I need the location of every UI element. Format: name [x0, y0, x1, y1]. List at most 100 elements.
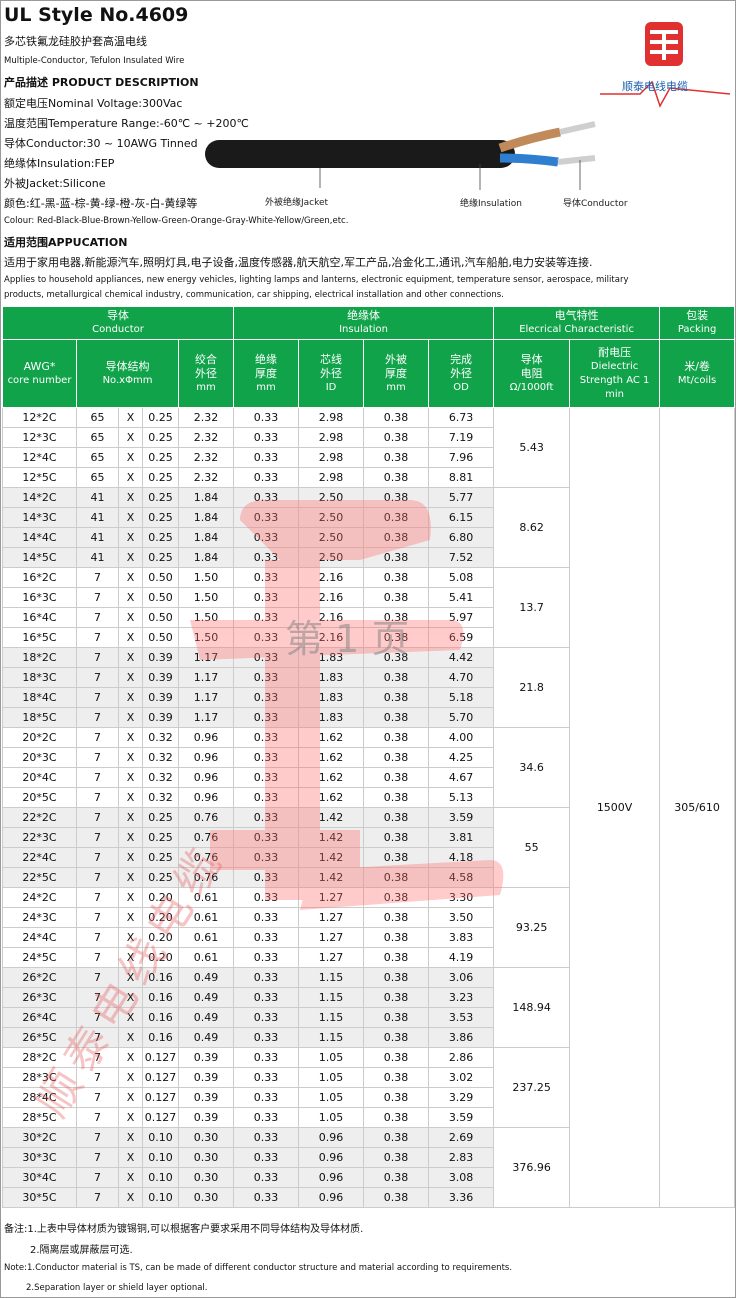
- cell-strand-diameter: 0.10: [142, 1167, 179, 1188]
- cell-ins-thickness: 0.33: [233, 547, 300, 568]
- cell-strand-diameter: 0.39: [142, 667, 179, 688]
- cell-finished-od: 4.18: [428, 847, 495, 868]
- cell-strand-count: 7: [76, 847, 119, 868]
- cell-times: X: [118, 627, 143, 648]
- cell-jacket-thickness: 0.38: [363, 427, 430, 448]
- spec-table: 导体 Conductor 绝缘体 Insulation 电气特性 Elecrical …: [1, 306, 736, 1208]
- cell-ins-thickness: 0.33: [233, 627, 300, 648]
- cell-ins-thickness: 0.33: [233, 847, 300, 868]
- cell-ins-thickness: 0.33: [233, 727, 300, 748]
- cell-awg: 22*5C: [2, 867, 77, 888]
- cell-times: X: [118, 787, 143, 808]
- cell-awg: 12*3C: [2, 427, 77, 448]
- cell-times: X: [118, 1187, 143, 1208]
- col-header-awg: AWG* core number: [2, 339, 77, 408]
- cell-twist-od: 0.61: [177, 927, 235, 948]
- cell-strand-count: 7: [76, 767, 119, 788]
- application-en-line-2: products, metallurgical chemical industr…: [4, 290, 504, 300]
- cell-resistance: 93.25: [493, 887, 571, 968]
- cell-awg: 24*2C: [2, 887, 77, 908]
- cell-strand-diameter: 0.32: [142, 787, 179, 808]
- cell-core-od: 2.98: [298, 467, 365, 488]
- cell-ins-thickness: 0.33: [233, 967, 300, 988]
- cell-twist-od: 0.76: [177, 827, 235, 848]
- cell-jacket-thickness: 0.38: [363, 447, 430, 468]
- note-cn-2: 2.隔离层或屏蔽层可选.: [30, 1245, 133, 1256]
- cell-strand-count: 41: [76, 547, 119, 568]
- group-header-electrical: 电气特性 Elecrical Characteristic: [493, 306, 661, 340]
- cell-strand-count: 7: [76, 727, 119, 748]
- cell-strand-count: 7: [76, 1067, 119, 1088]
- cell-twist-od: 0.76: [177, 867, 235, 888]
- cell-strand-count: 7: [76, 1007, 119, 1028]
- cell-finished-od: 3.02: [428, 1067, 495, 1088]
- cell-resistance: 8.62: [493, 487, 571, 568]
- cell-strand-diameter: 0.25: [142, 807, 179, 828]
- cell-twist-od: 0.39: [177, 1087, 235, 1108]
- cell-twist-od: 0.49: [177, 987, 235, 1008]
- cell-times: X: [118, 967, 143, 988]
- cell-strand-count: 7: [76, 607, 119, 628]
- cell-strand-diameter: 0.39: [142, 647, 179, 668]
- cell-jacket-thickness: 0.38: [363, 927, 430, 948]
- note-en-1: Note:1.Conductor material is TS, can be …: [4, 1263, 513, 1273]
- cell-jacket-thickness: 0.38: [363, 787, 430, 808]
- cell-twist-od: 1.50: [177, 587, 235, 608]
- cell-ins-thickness: 0.33: [233, 587, 300, 608]
- cell-jacket-thickness: 0.38: [363, 1187, 430, 1208]
- insulation-spec: 绝缘体Insulation:FEP: [4, 157, 115, 170]
- col-header-twist-od: 绞合 外径 mm: [177, 339, 235, 408]
- cell-ins-thickness: 0.33: [233, 667, 300, 688]
- cell-ins-thickness: 0.33: [233, 987, 300, 1008]
- cell-finished-od: 4.58: [428, 867, 495, 888]
- group-header-conductor: 导体 Conductor: [1, 306, 235, 340]
- col-header-finished-od: 完成 外径 OD: [428, 339, 495, 408]
- cell-strand-diameter: 0.50: [142, 587, 179, 608]
- cell-jacket-thickness: 0.38: [363, 867, 430, 888]
- cell-awg: 20*2C: [2, 727, 77, 748]
- cell-times: X: [118, 1047, 143, 1068]
- cell-finished-od: 3.06: [428, 967, 495, 988]
- cell-ins-thickness: 0.33: [233, 1087, 300, 1108]
- cell-strand-count: 7: [76, 747, 119, 768]
- cell-twist-od: 2.32: [177, 467, 235, 488]
- cell-strand-diameter: 0.25: [142, 427, 179, 448]
- cell-strand-count: 7: [76, 827, 119, 848]
- cell-finished-od: 3.53: [428, 1007, 495, 1028]
- cell-jacket-thickness: 0.38: [363, 1127, 430, 1148]
- rated-voltage: 额定电压Nominal Voltage:300Vac: [4, 97, 183, 110]
- cell-strand-count: 7: [76, 1167, 119, 1188]
- cell-core-od: 1.62: [298, 727, 365, 748]
- cell-jacket-thickness: 0.38: [363, 1047, 430, 1068]
- cell-strand-diameter: 0.25: [142, 847, 179, 868]
- cell-ins-thickness: 0.33: [233, 907, 300, 928]
- cell-times: X: [118, 667, 143, 688]
- cell-twist-od: 0.30: [177, 1147, 235, 1168]
- cell-ins-thickness: 0.33: [233, 1067, 300, 1088]
- cell-finished-od: 2.83: [428, 1147, 495, 1168]
- cell-twist-od: 0.49: [177, 1027, 235, 1048]
- cell-core-od: 1.27: [298, 947, 365, 968]
- cell-packing: 305/610: [659, 407, 736, 1208]
- cell-jacket-thickness: 0.38: [363, 987, 430, 1008]
- subtitle-en: Multiple-Conductor, Tefulon Insulated Wi…: [4, 56, 185, 66]
- cell-times: X: [118, 847, 143, 868]
- cell-finished-od: 3.08: [428, 1167, 495, 1188]
- cell-twist-od: 1.17: [177, 687, 235, 708]
- cell-times: X: [118, 647, 143, 668]
- cell-twist-od: 1.50: [177, 567, 235, 588]
- cell-core-od: 1.83: [298, 647, 365, 668]
- cell-core-od: 2.50: [298, 547, 365, 568]
- cell-times: X: [118, 547, 143, 568]
- cell-finished-od: 8.81: [428, 467, 495, 488]
- cell-twist-od: 0.96: [177, 727, 235, 748]
- cell-core-od: 1.83: [298, 687, 365, 708]
- cell-finished-od: 2.86: [428, 1047, 495, 1068]
- cell-twist-od: 0.96: [177, 747, 235, 768]
- cell-awg: 14*2C: [2, 487, 77, 508]
- cell-core-od: 1.27: [298, 887, 365, 908]
- cell-twist-od: 0.39: [177, 1047, 235, 1068]
- logo-text: 顺泰电线电缆: [622, 80, 688, 93]
- application-cn: 适用于家用电器,新能源汽车,照明灯具,电子设备,温度传感器,航天航空,军工产品,…: [4, 256, 593, 269]
- cell-strand-count: 65: [76, 407, 119, 428]
